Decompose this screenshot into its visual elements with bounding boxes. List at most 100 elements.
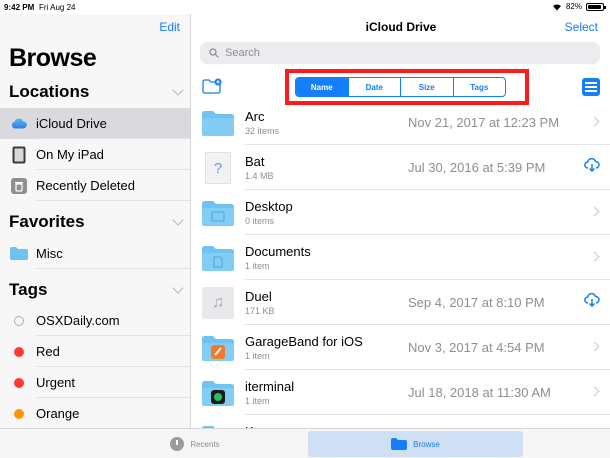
file-date: Sep 4, 2017 at 8:10 PM bbox=[408, 295, 545, 310]
sidebar-item-tag-red[interactable]: Red bbox=[0, 336, 190, 367]
file-meta: 1 item bbox=[245, 396, 270, 406]
tags-heading[interactable]: Tags bbox=[9, 280, 47, 300]
file-row-iterminal[interactable]: iterminal 1 item Jul 18, 2018 at 11:30 A… bbox=[192, 370, 610, 415]
file-date: Jul 30, 2016 at 5:39 PM bbox=[408, 160, 546, 175]
chevron-right-icon bbox=[589, 116, 600, 127]
sidebar-item-on-my-ipad[interactable]: On My iPad bbox=[0, 139, 190, 170]
sort-tab-size[interactable]: Size bbox=[400, 78, 453, 96]
sidebar-title: Browse bbox=[9, 44, 97, 72]
list-view-button[interactable] bbox=[582, 78, 600, 96]
sidebar-item-tag-urgent[interactable]: Urgent bbox=[0, 367, 190, 398]
tag-dot-icon bbox=[14, 346, 24, 357]
chevron-right-icon bbox=[589, 206, 600, 217]
file-row-documents[interactable]: Documents 1 item bbox=[192, 235, 610, 280]
file-meta: 32 items bbox=[245, 126, 280, 136]
folder-icon bbox=[9, 247, 29, 260]
status-bar: 9:42 PM Fri Aug 24 82% bbox=[0, 0, 610, 14]
file-row-arc[interactable]: Arc 32 items Nov 21, 2017 at 12:23 PM bbox=[192, 100, 610, 145]
sort-segmented-control: Name Date Size Tags bbox=[295, 77, 506, 97]
sidebar-item-recently-deleted[interactable]: Recently Deleted bbox=[0, 170, 190, 201]
sidebar: Edit Browse Locations iCloud Drive On My… bbox=[0, 14, 191, 428]
garageband-folder-icon bbox=[202, 332, 234, 364]
tab-recents[interactable]: Recents bbox=[120, 431, 270, 457]
chevron-right-icon bbox=[589, 386, 600, 397]
new-folder-icon[interactable] bbox=[202, 78, 222, 99]
tag-dot-icon bbox=[14, 377, 24, 388]
list-icon bbox=[585, 82, 597, 84]
page-title: iCloud Drive bbox=[365, 20, 437, 34]
file-meta: 0 items bbox=[245, 216, 275, 226]
locations-heading[interactable]: Locations bbox=[9, 82, 89, 102]
chevron-down-icon[interactable] bbox=[172, 282, 184, 294]
file-name: iterminal bbox=[245, 379, 295, 394]
sort-tab-tags[interactable]: Tags bbox=[452, 78, 506, 96]
file-date: Nov 3, 2017 at 4:54 PM bbox=[408, 340, 545, 355]
chevron-down-icon[interactable] bbox=[172, 214, 184, 226]
cloud-download-icon[interactable] bbox=[584, 292, 600, 312]
search-icon bbox=[209, 48, 219, 58]
audio-file-icon: ♫ bbox=[202, 287, 234, 319]
sidebar-item-tag-osxdaily[interactable]: OSXDaily.com bbox=[0, 305, 190, 336]
file-meta: 1 item bbox=[245, 351, 270, 361]
sidebar-item-label: OSXDaily.com bbox=[36, 313, 120, 328]
sort-tab-date[interactable]: Date bbox=[347, 78, 401, 96]
file-meta: 171 KB bbox=[245, 306, 275, 316]
sidebar-item-label: Recently Deleted bbox=[36, 178, 135, 193]
documents-folder-icon bbox=[202, 242, 234, 274]
sidebar-item-label: Orange bbox=[36, 406, 80, 421]
cloud-icon bbox=[9, 118, 29, 129]
status-time: 9:42 PM bbox=[4, 3, 35, 12]
tab-label: Recents bbox=[190, 439, 220, 449]
battery-percent: 82% bbox=[565, 2, 582, 11]
tab-bar: Recents Browse bbox=[0, 428, 610, 458]
sidebar-item-label: Misc bbox=[36, 246, 63, 261]
battery-icon bbox=[586, 2, 606, 11]
sidebar-item-label: Urgent bbox=[36, 375, 76, 390]
main-panel: iCloud Drive Select Search Name Date Siz… bbox=[192, 14, 610, 428]
file-row-bat[interactable]: ? Bat 1.4 MB Jul 30, 2016 at 5:39 PM bbox=[192, 145, 610, 190]
sidebar-item-label: On My iPad bbox=[36, 147, 104, 162]
sidebar-item-label: iCloud Drive bbox=[36, 116, 107, 131]
file-row-duel[interactable]: ♫ Duel 171 KB Sep 4, 2017 at 8:10 PM bbox=[192, 280, 610, 325]
edit-button[interactable]: Edit bbox=[159, 20, 180, 34]
sidebar-item-label: Red bbox=[36, 344, 60, 359]
chevron-down-icon[interactable] bbox=[172, 84, 184, 96]
tab-label: Browse bbox=[413, 439, 440, 449]
file-row-partial[interactable]: K bbox=[192, 415, 610, 428]
desktop-folder-icon bbox=[202, 197, 234, 229]
file-name: Arc bbox=[245, 109, 265, 124]
sidebar-item-icloud-drive[interactable]: iCloud Drive bbox=[0, 108, 190, 139]
trash-icon bbox=[9, 177, 29, 194]
file-date: Nov 21, 2017 at 12:23 PM bbox=[408, 115, 560, 130]
folder-icon bbox=[391, 438, 408, 450]
app-folder-icon bbox=[202, 377, 234, 409]
chevron-right-icon bbox=[589, 341, 600, 352]
file-row-garageband[interactable]: GarageBand for iOS 1 item Nov 3, 2017 at… bbox=[192, 325, 610, 370]
file-name: Documents bbox=[245, 244, 311, 259]
status-date: Fri Aug 24 bbox=[39, 3, 76, 12]
cloud-download-icon[interactable] bbox=[584, 157, 600, 177]
clock-icon bbox=[170, 437, 185, 451]
search-field[interactable]: Search bbox=[200, 42, 600, 64]
file-name: GarageBand for iOS bbox=[245, 334, 363, 349]
file-name: Bat bbox=[245, 154, 265, 169]
status-right: 82% bbox=[552, 2, 606, 11]
file-meta: 1 item bbox=[245, 261, 270, 271]
tab-browse[interactable]: Browse bbox=[308, 431, 523, 457]
sort-tab-name[interactable]: Name bbox=[296, 78, 348, 96]
sidebar-item-tag-orange[interactable]: Orange bbox=[0, 398, 190, 428]
file-name: Duel bbox=[245, 289, 272, 304]
file-name: Desktop bbox=[245, 199, 293, 214]
wifi-icon bbox=[552, 3, 561, 11]
search-placeholder: Search bbox=[225, 47, 260, 59]
file-row-desktop[interactable]: Desktop 0 items bbox=[192, 190, 610, 235]
folder-icon bbox=[202, 107, 234, 139]
file-meta: 1.4 MB bbox=[245, 171, 274, 181]
file-date: Jul 18, 2018 at 11:30 AM bbox=[408, 385, 551, 400]
chevron-right-icon bbox=[589, 251, 600, 262]
tag-dot-icon bbox=[14, 315, 24, 326]
tag-dot-icon bbox=[14, 408, 24, 419]
select-button[interactable]: Select bbox=[565, 20, 598, 34]
favorites-heading[interactable]: Favorites bbox=[9, 212, 85, 232]
sidebar-item-misc[interactable]: Misc bbox=[0, 238, 190, 269]
